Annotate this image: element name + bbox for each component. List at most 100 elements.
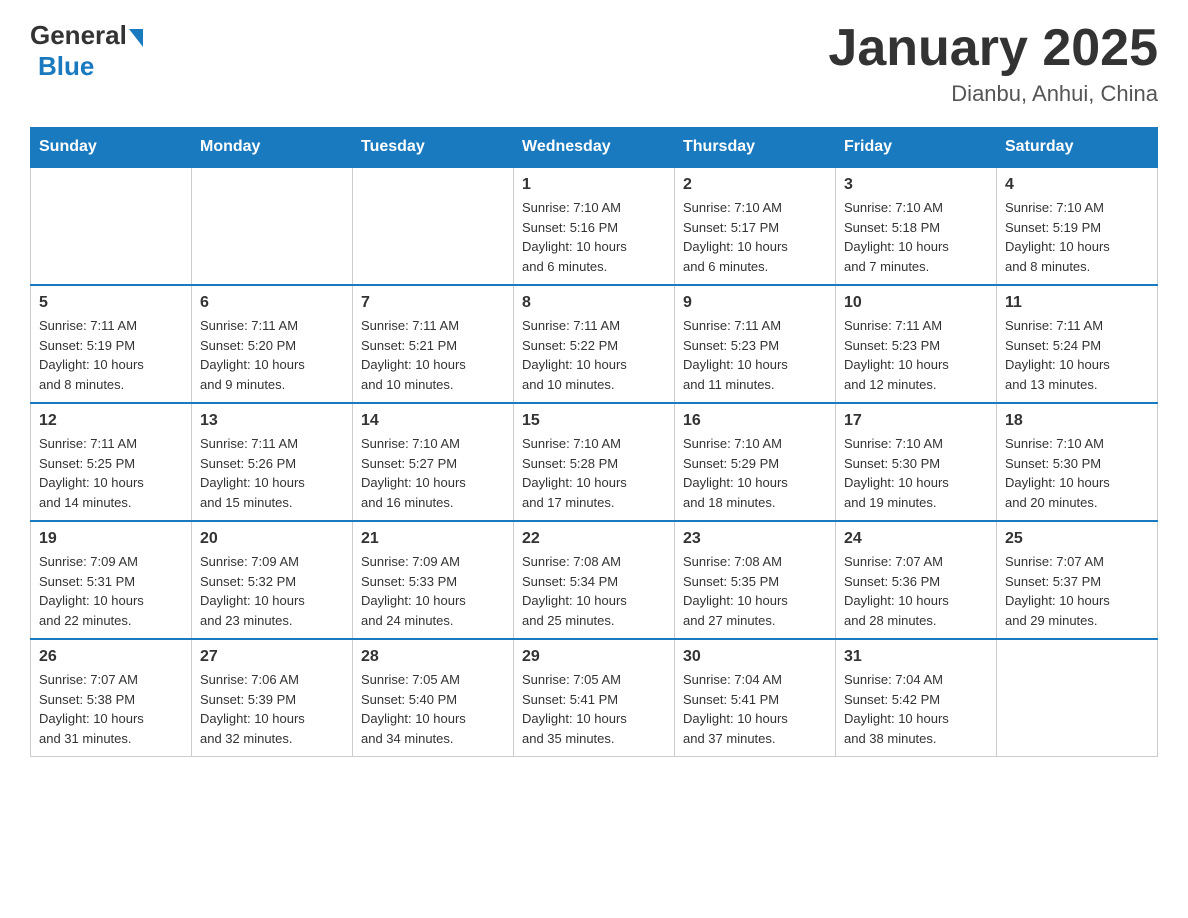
week-row-3: 12 Sunrise: 7:11 AMSunset: 5:25 PMDayligh…: [31, 403, 1158, 521]
day-info: Sunrise: 7:10 AMSunset: 5:30 PMDaylight:…: [844, 434, 988, 512]
day-number: 22: [522, 530, 666, 548]
weekday-header-wednesday: Wednesday: [514, 128, 675, 168]
calendar-cell: 16Sunrise: 7:10 AMSunset: 5:29 PMDayligh…: [675, 403, 836, 521]
day-number: 4: [1005, 176, 1149, 194]
calendar-cell: 10 Sunrise: 7:11 AMSunset: 5:23 PMDayligh…: [836, 285, 997, 403]
week-row-1: 1 Sunrise: 7:10 AMSunset: 5:16 PMDaylight…: [31, 167, 1158, 285]
calendar-cell: 15 Sunrise: 7:10 AMSunset: 5:28 PMDayligh…: [514, 403, 675, 521]
calendar-cell: 5 Sunrise: 7:11 AMSunset: 5:19 PMDaylight…: [31, 285, 192, 403]
calendar-cell: 25 Sunrise: 7:07 AMSunset: 5:37 PMDayligh…: [997, 521, 1158, 639]
day-info: Sunrise: 7:10 AMSunset: 5:19 PMDaylight:…: [1005, 198, 1149, 276]
day-number: 3: [844, 176, 988, 194]
day-info: Sunrise: 7:11 AMSunset: 5:19 PMDaylight:…: [39, 316, 183, 394]
day-info: Sunrise: 7:09 AMSunset: 5:33 PMDaylight:…: [361, 552, 505, 630]
day-number: 5: [39, 294, 183, 312]
day-info: Sunrise: 7:07 AMSunset: 5:36 PMDaylight:…: [844, 552, 988, 630]
day-info: Sunrise: 7:07 AMSunset: 5:37 PMDaylight:…: [1005, 552, 1149, 630]
weekday-header-friday: Friday: [836, 128, 997, 168]
day-info: Sunrise: 7:04 AMSunset: 5:41 PMDaylight:…: [683, 670, 827, 748]
day-info: Sunrise: 7:08 AMSunset: 5:35 PMDaylight:…: [683, 552, 827, 630]
day-info: Sunrise: 7:11 AMSunset: 5:20 PMDaylight:…: [200, 316, 344, 394]
calendar-cell: 22 Sunrise: 7:08 AMSunset: 5:34 PMDayligh…: [514, 521, 675, 639]
day-info: Sunrise: 7:05 AMSunset: 5:41 PMDaylight:…: [522, 670, 666, 748]
calendar-cell: 24 Sunrise: 7:07 AMSunset: 5:36 PMDayligh…: [836, 521, 997, 639]
logo-blue-text: Blue: [38, 51, 94, 82]
day-number: 28: [361, 648, 505, 666]
day-info: Sunrise: 7:10 AMSunset: 5:16 PMDaylight:…: [522, 198, 666, 276]
calendar-cell: 31Sunrise: 7:04 AMSunset: 5:42 PMDayligh…: [836, 639, 997, 757]
day-info: Sunrise: 7:10 AMSunset: 5:18 PMDaylight:…: [844, 198, 988, 276]
day-number: 15: [522, 412, 666, 430]
day-number: 30: [683, 648, 827, 666]
calendar-cell: [353, 167, 514, 285]
calendar-cell: 12 Sunrise: 7:11 AMSunset: 5:25 PMDayligh…: [31, 403, 192, 521]
calendar-cell: 17Sunrise: 7:10 AMSunset: 5:30 PMDayligh…: [836, 403, 997, 521]
day-info: Sunrise: 7:11 AMSunset: 5:22 PMDaylight:…: [522, 316, 666, 394]
calendar-cell: 7 Sunrise: 7:11 AMSunset: 5:21 PMDaylight…: [353, 285, 514, 403]
day-number: 19: [39, 530, 183, 548]
day-info: Sunrise: 7:09 AMSunset: 5:32 PMDaylight:…: [200, 552, 344, 630]
day-number: 24: [844, 530, 988, 548]
calendar-cell: 6 Sunrise: 7:11 AMSunset: 5:20 PMDaylight…: [192, 285, 353, 403]
calendar-cell: 9 Sunrise: 7:11 AMSunset: 5:23 PMDaylight…: [675, 285, 836, 403]
calendar-cell: 8 Sunrise: 7:11 AMSunset: 5:22 PMDaylight…: [514, 285, 675, 403]
calendar-cell: [192, 167, 353, 285]
day-info: Sunrise: 7:09 AMSunset: 5:31 PMDaylight:…: [39, 552, 183, 630]
day-number: 11: [1005, 294, 1149, 312]
day-number: 18: [1005, 412, 1149, 430]
weekday-header-row: SundayMondayTuesdayWednesdayThursdayFrid…: [31, 128, 1158, 168]
day-number: 9: [683, 294, 827, 312]
day-number: 7: [361, 294, 505, 312]
calendar-subtitle: Dianbu, Anhui, China: [828, 81, 1158, 107]
day-number: 25: [1005, 530, 1149, 548]
logo-arrow-icon: [129, 29, 143, 47]
week-row-5: 26Sunrise: 7:07 AMSunset: 5:38 PMDayligh…: [31, 639, 1158, 757]
day-number: 10: [844, 294, 988, 312]
calendar-table: SundayMondayTuesdayWednesdayThursdayFrid…: [30, 127, 1158, 757]
calendar-cell: 2 Sunrise: 7:10 AMSunset: 5:17 PMDaylight…: [675, 167, 836, 285]
page-header: General Blue January 2025 Dianbu, Anhui,…: [30, 20, 1158, 107]
day-number: 21: [361, 530, 505, 548]
calendar-cell: 23 Sunrise: 7:08 AMSunset: 5:35 PMDayligh…: [675, 521, 836, 639]
calendar-title: January 2025: [828, 20, 1158, 77]
calendar-header: January 2025 Dianbu, Anhui, China: [828, 20, 1158, 107]
calendar-cell: 28Sunrise: 7:05 AMSunset: 5:40 PMDayligh…: [353, 639, 514, 757]
calendar-cell: 21 Sunrise: 7:09 AMSunset: 5:33 PMDayligh…: [353, 521, 514, 639]
calendar-cell: 3 Sunrise: 7:10 AMSunset: 5:18 PMDaylight…: [836, 167, 997, 285]
day-number: 26: [39, 648, 183, 666]
day-info: Sunrise: 7:10 AMSunset: 5:17 PMDaylight:…: [683, 198, 827, 276]
weekday-header-saturday: Saturday: [997, 128, 1158, 168]
day-info: Sunrise: 7:11 AMSunset: 5:23 PMDaylight:…: [844, 316, 988, 394]
day-number: 2: [683, 176, 827, 194]
day-info: Sunrise: 7:11 AMSunset: 5:21 PMDaylight:…: [361, 316, 505, 394]
day-number: 27: [200, 648, 344, 666]
calendar-cell: 19 Sunrise: 7:09 AMSunset: 5:31 PMDayligh…: [31, 521, 192, 639]
day-info: Sunrise: 7:08 AMSunset: 5:34 PMDaylight:…: [522, 552, 666, 630]
calendar-cell: [997, 639, 1158, 757]
day-info: Sunrise: 7:06 AMSunset: 5:39 PMDaylight:…: [200, 670, 344, 748]
day-number: 8: [522, 294, 666, 312]
day-number: 29: [522, 648, 666, 666]
day-number: 12: [39, 412, 183, 430]
day-info: Sunrise: 7:11 AMSunset: 5:25 PMDaylight:…: [39, 434, 183, 512]
day-number: 23: [683, 530, 827, 548]
calendar-cell: 27 Sunrise: 7:06 AMSunset: 5:39 PMDayligh…: [192, 639, 353, 757]
day-info: Sunrise: 7:10 AMSunset: 5:27 PMDaylight:…: [361, 434, 505, 512]
day-number: 13: [200, 412, 344, 430]
calendar-cell: 1 Sunrise: 7:10 AMSunset: 5:16 PMDaylight…: [514, 167, 675, 285]
calendar-cell: 20 Sunrise: 7:09 AMSunset: 5:32 PMDayligh…: [192, 521, 353, 639]
day-number: 31: [844, 648, 988, 666]
calendar-cell: 13Sunrise: 7:11 AMSunset: 5:26 PMDayligh…: [192, 403, 353, 521]
weekday-header-monday: Monday: [192, 128, 353, 168]
calendar-cell: 18Sunrise: 7:10 AMSunset: 5:30 PMDayligh…: [997, 403, 1158, 521]
day-info: Sunrise: 7:10 AMSunset: 5:28 PMDaylight:…: [522, 434, 666, 512]
day-number: 20: [200, 530, 344, 548]
calendar-cell: 14Sunrise: 7:10 AMSunset: 5:27 PMDayligh…: [353, 403, 514, 521]
weekday-header-sunday: Sunday: [31, 128, 192, 168]
weekday-header-thursday: Thursday: [675, 128, 836, 168]
day-number: 6: [200, 294, 344, 312]
day-info: Sunrise: 7:10 AMSunset: 5:29 PMDaylight:…: [683, 434, 827, 512]
day-info: Sunrise: 7:11 AMSunset: 5:23 PMDaylight:…: [683, 316, 827, 394]
calendar-cell: 4 Sunrise: 7:10 AMSunset: 5:19 PMDaylight…: [997, 167, 1158, 285]
day-number: 1: [522, 176, 666, 194]
